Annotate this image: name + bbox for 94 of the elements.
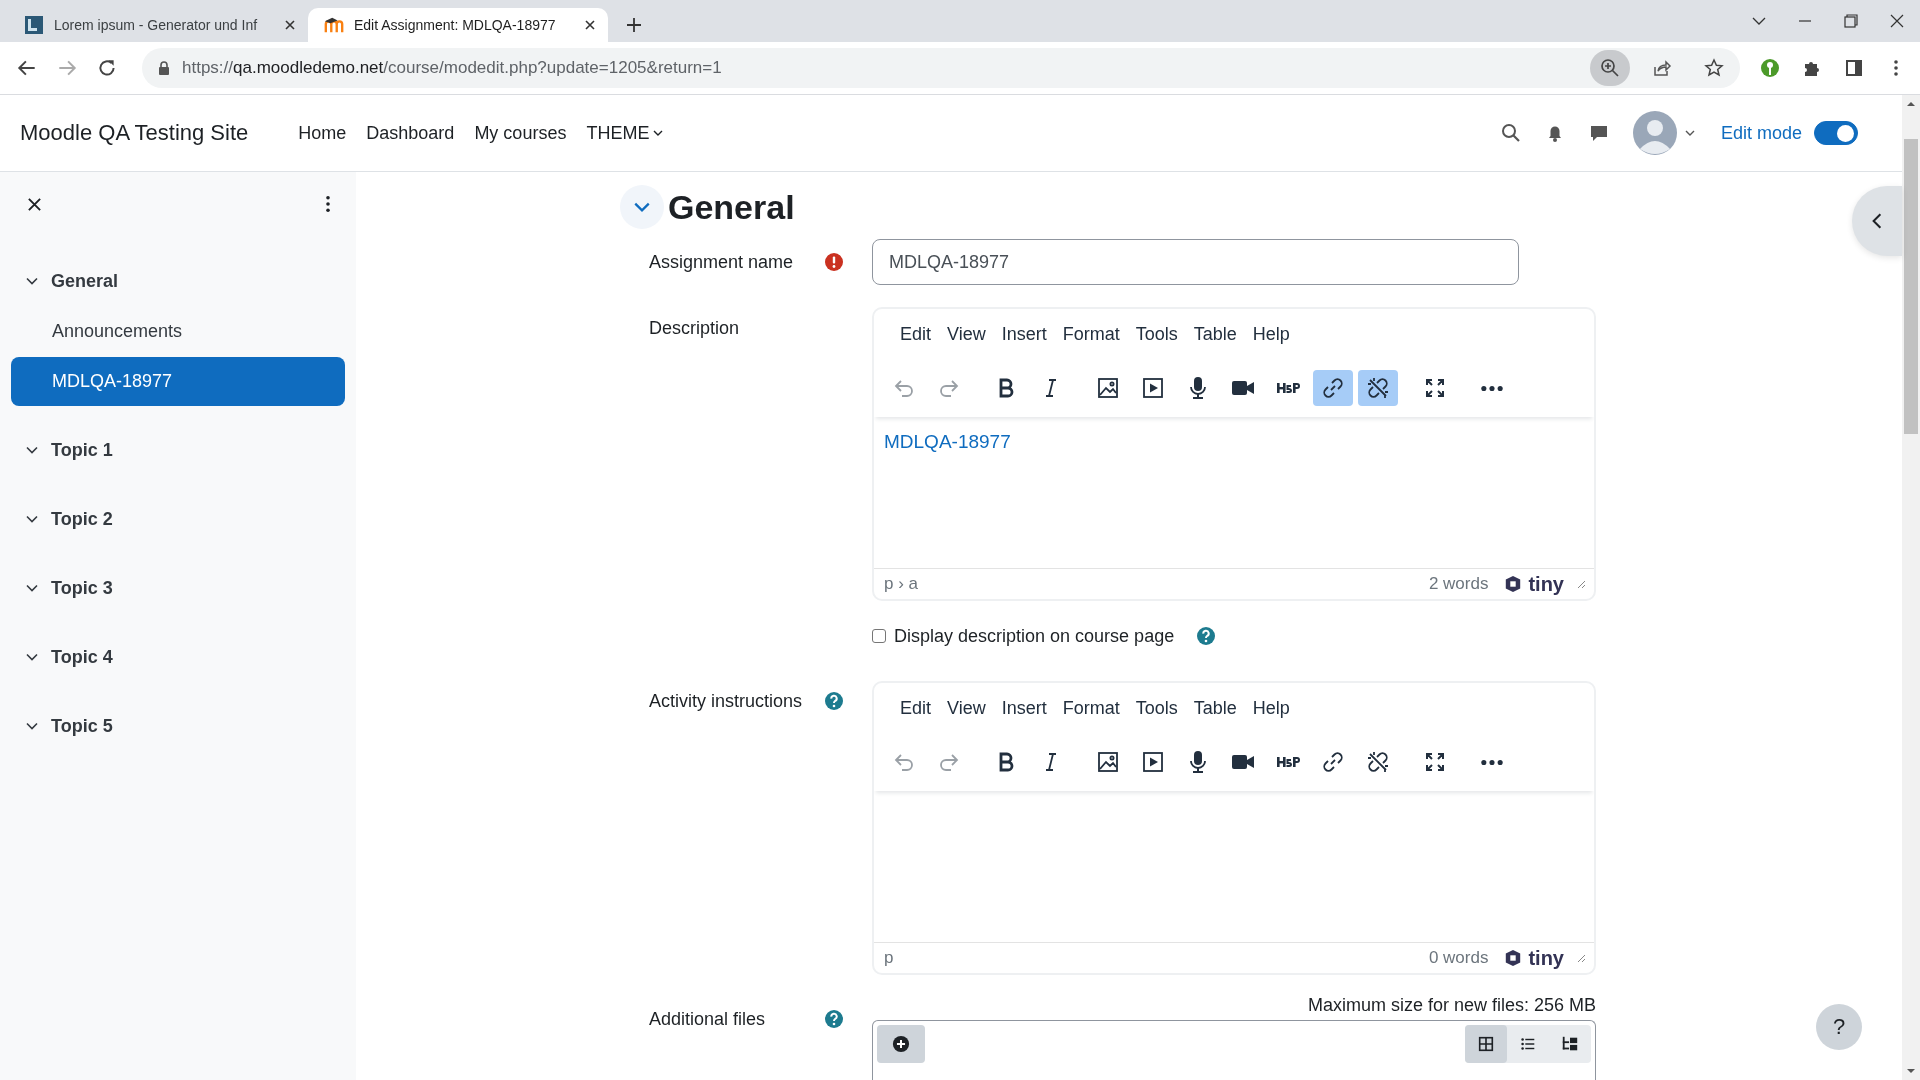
word-count[interactable]: 0 words xyxy=(1428,948,1489,968)
site-name[interactable]: Moodle QA Testing Site xyxy=(20,120,249,146)
scrollbar-thumb[interactable] xyxy=(1904,139,1918,434)
help-button[interactable]: ? xyxy=(1816,1004,1862,1050)
edit-mode-toggle[interactable] xyxy=(1814,121,1858,145)
unlink-icon xyxy=(1366,376,1390,400)
zoom-button[interactable] xyxy=(1590,50,1630,86)
browser-tab[interactable]: Lorem ipsum - Generator und Inf xyxy=(8,8,308,42)
lock-icon[interactable] xyxy=(158,61,170,75)
field-label: Activity instructions xyxy=(649,691,803,712)
editor-menu-item[interactable]: Format xyxy=(1054,323,1128,345)
activity-link[interactable]: MDLQA-18977 xyxy=(11,357,345,406)
caret-icon[interactable] xyxy=(1684,128,1695,138)
image-icon xyxy=(1096,376,1120,400)
field-label: Description xyxy=(649,318,740,339)
scroll-down-icon[interactable] xyxy=(1906,1066,1916,1076)
field-label: Assignment name xyxy=(649,251,794,273)
content-link[interactable]: MDLQA-18977 xyxy=(884,431,1011,452)
editor-menu-item[interactable]: Insert xyxy=(993,697,1055,719)
max-size-note: Maximum size for new files: 256 MB xyxy=(1307,995,1596,1016)
url-text[interactable]: https://qa.moodledemo.net/course/modedit.php?update=1205&return=1 xyxy=(182,58,722,78)
editor-menu-item[interactable]: View xyxy=(939,697,994,719)
nav-link[interactable]: Dashboard xyxy=(366,122,455,144)
section-link[interactable]: Topic 1 xyxy=(51,439,113,461)
scrollbar[interactable] xyxy=(1902,95,1920,1080)
checkbox-label[interactable]: Display description on course page xyxy=(894,625,1175,647)
fullscreen-icon xyxy=(1423,376,1447,400)
editor-menu-item[interactable]: Edit xyxy=(892,697,940,719)
scroll-up-icon[interactable] xyxy=(1906,99,1916,109)
help-icon[interactable] xyxy=(824,691,844,711)
editor-menu-item[interactable]: Help xyxy=(1244,323,1298,345)
close-icon[interactable] xyxy=(27,196,42,212)
caret-icon xyxy=(653,128,664,138)
element-path[interactable]: p xyxy=(884,948,894,968)
editor-menu-item[interactable]: Table xyxy=(1185,697,1245,719)
unlink-button[interactable] xyxy=(1358,370,1398,406)
edit-mode-label: Edit mode xyxy=(1720,122,1802,144)
editor-menu-item[interactable]: View xyxy=(939,323,994,345)
word-count[interactable]: 2 words xyxy=(1428,574,1489,594)
resize-handle-icon[interactable] xyxy=(1576,953,1586,963)
zoom-icon xyxy=(1600,58,1620,78)
moodle-favicon-icon xyxy=(324,15,344,35)
new-tab-icon[interactable] xyxy=(626,17,642,33)
nav-link[interactable]: Home xyxy=(298,122,347,144)
editor-menu-item[interactable]: Tools xyxy=(1127,323,1186,345)
plus-circle-icon xyxy=(892,1035,910,1053)
editor-menu-item[interactable]: Format xyxy=(1054,697,1128,719)
more-options-icon[interactable] xyxy=(325,195,331,213)
image-icon xyxy=(1096,750,1120,774)
assignment-name-field[interactable]: MDLQA-18977 xyxy=(872,239,1519,285)
brand-name[interactable]: tiny xyxy=(1528,946,1564,970)
resize-handle-icon[interactable] xyxy=(1576,579,1586,589)
tiny-logo-icon[interactable] xyxy=(1504,575,1523,593)
tree-icon xyxy=(1561,1035,1579,1053)
fullscreen-icon xyxy=(1423,750,1447,774)
nav-link[interactable]: My courses xyxy=(474,122,567,144)
add-file-button[interactable] xyxy=(877,1025,925,1063)
section-link[interactable]: Topic 5 xyxy=(51,715,113,737)
section-heading: General xyxy=(668,187,795,227)
activity-link[interactable]: Announcements xyxy=(11,307,345,356)
section-link[interactable]: General xyxy=(51,270,119,292)
editor-menu-item[interactable]: Help xyxy=(1244,697,1298,719)
page-favicon-icon xyxy=(24,15,44,35)
grid-icon xyxy=(1477,1035,1495,1053)
grid-view-button[interactable] xyxy=(1465,1025,1507,1063)
brand-name[interactable]: tiny xyxy=(1528,572,1564,596)
extension-icon[interactable] xyxy=(1758,58,1782,78)
link-button[interactable] xyxy=(1313,370,1353,406)
more-icon xyxy=(1480,758,1504,766)
collapse-button[interactable] xyxy=(620,185,664,229)
editor-menu-item[interactable]: Tools xyxy=(1127,697,1186,719)
field-label: Additional files xyxy=(649,1009,766,1030)
media-icon xyxy=(1141,750,1165,774)
list-icon xyxy=(1519,1035,1537,1053)
editor-menu-item[interactable]: Edit xyxy=(892,323,940,345)
element-path[interactable]: p › a xyxy=(884,574,919,594)
editor-menu-item[interactable]: Table xyxy=(1185,323,1245,345)
media-icon xyxy=(1141,376,1165,400)
unlink-icon xyxy=(1366,750,1390,774)
close-icon[interactable] xyxy=(284,19,296,31)
browser-tab[interactable]: Edit Assignment: MDLQA-18977 xyxy=(308,8,608,42)
section-link[interactable]: Topic 3 xyxy=(51,577,113,599)
tiny-logo-icon[interactable] xyxy=(1504,949,1523,967)
checkbox[interactable] xyxy=(872,629,886,643)
editor-menu-item[interactable]: Insert xyxy=(993,323,1055,345)
section-link[interactable]: Topic 4 xyxy=(51,646,113,668)
nav-link[interactable]: THEME xyxy=(586,122,664,144)
link-icon xyxy=(1321,750,1345,774)
close-icon[interactable] xyxy=(584,19,596,31)
section-link[interactable]: Topic 2 xyxy=(51,508,113,530)
help-icon[interactable] xyxy=(824,1009,844,1029)
more-icon xyxy=(1480,384,1504,392)
help-icon[interactable] xyxy=(1196,626,1217,646)
link-icon xyxy=(1321,376,1345,400)
